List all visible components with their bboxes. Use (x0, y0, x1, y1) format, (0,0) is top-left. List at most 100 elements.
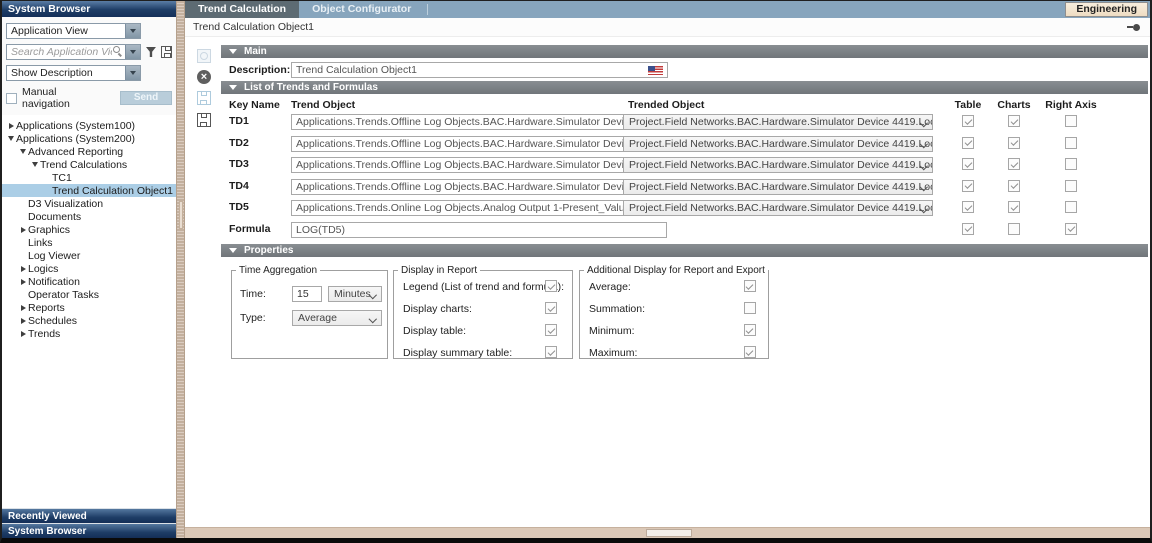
trended-object-select[interactable]: Project.Field Networks.BAC.Hardware.Simu… (623, 179, 933, 195)
tree-expander-icon[interactable] (18, 149, 28, 154)
tab-trend-calculation[interactable]: Trend Calculation (185, 1, 299, 18)
manual-navigation-checkbox[interactable] (6, 93, 17, 104)
system-browser-bar[interactable]: System Browser (2, 523, 176, 538)
tree-item[interactable]: Schedules (2, 314, 176, 327)
panel-splitter[interactable] (176, 1, 185, 538)
trend-object-input[interactable]: Applications.Trends.Online Log Objects.A… (291, 200, 667, 216)
recently-viewed-bar[interactable]: Recently Viewed (2, 508, 176, 523)
horizontal-scrollbar[interactable] (185, 527, 1150, 538)
check-item-checkbox[interactable] (545, 346, 557, 358)
trended-object-select[interactable]: Project.Field Networks.BAC.Hardware.Simu… (623, 136, 933, 152)
description-input[interactable]: Trend Calculation Object1 (291, 62, 668, 78)
right-axis-checkbox[interactable] (1065, 158, 1077, 170)
column-header-trend-object: Trend Object (291, 99, 355, 111)
right-axis-checkbox[interactable] (1065, 180, 1077, 192)
tree-item[interactable]: TC1 (2, 171, 176, 184)
trend-object-input[interactable]: Applications.Trends.Offline Log Objects.… (291, 114, 667, 130)
view-select-value: Application View (7, 24, 125, 38)
tree-item[interactable]: Trend Calculations (2, 158, 176, 171)
chevron-down-icon[interactable] (125, 45, 140, 59)
tree-item[interactable]: Reports (2, 301, 176, 314)
time-unit-select[interactable]: Minutes (328, 286, 382, 302)
tree-item[interactable]: Applications (System100) (2, 119, 176, 132)
table-checkbox[interactable] (962, 137, 974, 149)
right-axis-checkbox[interactable] (1065, 137, 1077, 149)
table-checkbox[interactable] (962, 223, 974, 235)
engineering-mode-button[interactable]: Engineering (1065, 2, 1148, 17)
table-checkbox[interactable] (962, 201, 974, 213)
tree-expander-icon[interactable] (18, 279, 28, 285)
trend-object-input[interactable]: Applications.Trends.Offline Log Objects.… (291, 179, 667, 195)
charts-checkbox[interactable] (1008, 223, 1020, 235)
tree-expander-icon[interactable] (6, 123, 16, 129)
filter-icon[interactable] (146, 47, 156, 57)
search-input[interactable]: Search Application View (6, 44, 141, 60)
charts-checkbox[interactable] (1008, 158, 1020, 170)
view-select[interactable]: Application View (6, 23, 141, 39)
check-item-checkbox[interactable] (545, 302, 557, 314)
table-checkbox[interactable] (962, 180, 974, 192)
tree-item[interactable]: Documents (2, 210, 176, 223)
save-icon[interactable] (197, 91, 211, 105)
tree-item[interactable]: Trends (2, 327, 176, 340)
send-button[interactable]: Send (120, 91, 172, 105)
trended-object-select[interactable]: Project.Field Networks.BAC.Hardware.Simu… (623, 114, 933, 130)
save-search-icon[interactable] (161, 46, 172, 58)
right-axis-checkbox[interactable] (1065, 115, 1077, 127)
manual-navigation-label: Manual navigation (22, 86, 107, 110)
chevron-down-icon[interactable] (125, 24, 140, 38)
tree-item[interactable]: Advanced Reporting (2, 145, 176, 158)
splitter-handle-icon[interactable] (179, 201, 183, 229)
trended-object-select[interactable]: Project.Field Networks.BAC.Hardware.Simu… (623, 200, 933, 216)
charts-checkbox[interactable] (1008, 201, 1020, 213)
section-header-properties[interactable]: Properties (221, 244, 1148, 257)
tree-item[interactable]: Applications (System200) (2, 132, 176, 145)
tree-expander-icon[interactable] (18, 227, 28, 233)
section-header-trends[interactable]: List of Trends and Formulas (221, 81, 1148, 94)
tree-item[interactable]: Log Viewer (2, 249, 176, 262)
charts-checkbox[interactable] (1008, 115, 1020, 127)
tree-item[interactable]: Logics (2, 262, 176, 275)
delete-icon[interactable]: × (197, 70, 211, 84)
scrollbar-thumb[interactable] (646, 529, 692, 537)
right-axis-checkbox[interactable] (1065, 223, 1077, 235)
tree-item[interactable]: Graphics (2, 223, 176, 236)
charts-checkbox[interactable] (1008, 137, 1020, 149)
table-checkbox[interactable] (962, 115, 974, 127)
trend-row: TD2 Applications.Trends.Offline Log Obje… (221, 136, 1148, 151)
check-item-checkbox[interactable] (744, 346, 756, 358)
column-header-charts: Charts (996, 99, 1032, 111)
tree-expander-icon[interactable] (18, 266, 28, 272)
discard-icon[interactable] (197, 49, 211, 63)
right-axis-checkbox[interactable] (1065, 201, 1077, 213)
save-as-icon[interactable] (197, 113, 211, 127)
tree-item[interactable]: D3 Visualization (2, 197, 176, 210)
tree-item[interactable]: Trend Calculation Object1 (2, 184, 176, 197)
section-header-main[interactable]: Main (221, 45, 1148, 58)
tree-item[interactable]: Operator Tasks (2, 288, 176, 301)
check-item-checkbox[interactable] (545, 324, 557, 336)
check-item-checkbox[interactable] (545, 280, 557, 292)
tree-expander-icon[interactable] (30, 162, 40, 167)
type-select[interactable]: Average (292, 310, 382, 326)
trended-object-select[interactable]: Project.Field Networks.BAC.Hardware.Simu… (623, 157, 933, 173)
tree-expander-icon[interactable] (18, 305, 28, 311)
trend-object-input[interactable]: Applications.Trends.Offline Log Objects.… (291, 157, 667, 173)
check-item-checkbox[interactable] (744, 324, 756, 336)
trend-object-input[interactable]: LOG(TD5) (291, 222, 667, 238)
trend-object-input[interactable]: Applications.Trends.Offline Log Objects.… (291, 136, 667, 152)
check-item-checkbox[interactable] (744, 280, 756, 292)
check-item-checkbox[interactable] (744, 302, 756, 314)
table-checkbox[interactable] (962, 158, 974, 170)
tree-expander-icon[interactable] (18, 331, 28, 337)
description-select[interactable]: Show Description (6, 65, 141, 81)
charts-checkbox[interactable] (1008, 180, 1020, 192)
time-input[interactable]: 15 (292, 286, 322, 302)
pin-icon[interactable] (1127, 24, 1140, 31)
chevron-down-icon[interactable] (125, 66, 140, 80)
tree-item[interactable]: Notification (2, 275, 176, 288)
tab-object-configurator[interactable]: Object Configurator (299, 1, 424, 18)
tree-expander-icon[interactable] (6, 136, 16, 141)
tree-item[interactable]: Links (2, 236, 176, 249)
tree-expander-icon[interactable] (18, 318, 28, 324)
